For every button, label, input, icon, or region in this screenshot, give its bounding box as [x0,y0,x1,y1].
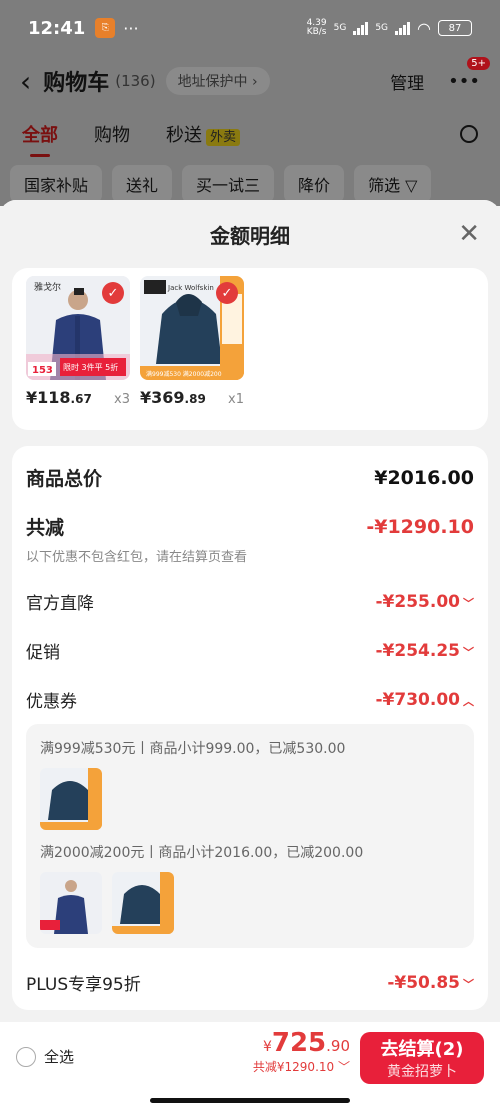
checkout-subtext: 黄金招萝卜 [387,1064,457,1080]
coupon-detail-box: 满999减530元丨商品小计999.00，已减530.00 满2000减200元… [26,724,474,948]
signal-icon [353,21,369,35]
signal-label-1: 5G [333,23,347,33]
battery-icon: 87 [438,20,472,36]
promotion-row[interactable]: 促销 -¥254.25 ﹀ [26,638,474,664]
status-bar: 12:41 ⎘ ··· 4.39 KB/s 5G 5G ◠ 87 [0,0,500,56]
message-badge: 5+ [467,56,490,70]
tab-shopping[interactable]: 购物 [94,121,130,147]
select-all-label: 全选 [44,1048,75,1066]
manage-button[interactable]: 管理 [390,69,424,94]
chevron-up-icon: ︿ [463,694,474,708]
clock: 12:41 [28,17,86,39]
product-item[interactable]: 雅戈尔 限时 3件平 5折 153 ✓ ¥118.67 x3 [26,276,130,407]
select-all[interactable]: 全选 [16,1046,74,1067]
chevron-down-icon: ﹀ [337,1060,350,1074]
sheet-header: 金额明细 ✕ [0,200,500,268]
total-reduce-row: 共减 -¥1290.10 [26,515,474,540]
selected-check-icon[interactable]: ✓ [102,282,124,304]
product-tag: 153 [32,365,53,376]
amount-detail-sheet: 金额明细 ✕ 雅戈尔 限时 3件平 5折 153 ✓ ¥118.67 x3 Ja… [0,200,500,1111]
search-icon[interactable] [460,125,478,143]
total-price-row: 商品总价 ¥2016.00 [26,466,474,491]
product-promo: 满999减530 满2000减200 [146,370,222,378]
coupon-product-thumb [40,872,102,934]
coupon-line-1: 满999减530元丨商品小计999.00，已减530.00 [40,741,346,757]
total-saved[interactable]: 共减¥1290.10 ﹀ [253,1058,350,1075]
coupon-row[interactable]: 优惠券 -¥730.00 ︿ [26,687,474,713]
chevron-down-icon: ﹀ [463,977,474,991]
chip-try[interactable]: 买一试三 [182,165,275,203]
discount-note: 以下优惠不包含红包，请在结算页查看 [26,550,248,565]
checkout-bar: 全选 ¥725.90 共减¥1290.10 ﹀ 去结算(2) 黄金招萝卜 [0,1022,500,1111]
product-price: ¥369.89 [140,388,206,407]
more-icon[interactable]: ••• 5+ [448,56,490,92]
product-image: 雅戈尔 限时 3件平 5折 153 ✓ [26,276,130,380]
price-detail-card: 商品总价 ¥2016.00 共减 -¥1290.10 以下优惠不包含红包，请在结… [12,446,488,1010]
coupon-product-thumb [40,768,102,830]
sheet-title: 金额明细 [210,223,290,248]
coupon-line-2: 满2000减200元丨商品小计2016.00，已减200.00 [40,845,364,861]
chip-gift[interactable]: 送礼 [112,165,173,203]
app-notification-icon: ⎘ [95,18,116,38]
signal-label-2: 5G [375,23,389,33]
plus-discount-row[interactable]: PLUS专享95折 -¥50.85 ﹀ [26,970,474,996]
product-promo: 限时 3件平 5折 [63,362,118,372]
cart-header: ‹ 购物车 (136) 地址保护中 › 管理 ••• 5+ [0,56,500,106]
product-brand: Jack Wolfskin [167,284,214,292]
product-qty: x1 [228,392,244,407]
cart-count: (136) [115,72,156,90]
signal-icon-2 [395,21,411,35]
select-all-checkbox[interactable] [16,1046,36,1067]
chip-filter[interactable]: 筛选 ▽ [354,165,432,203]
back-icon[interactable]: ‹ [20,65,31,98]
network-speed: 4.39 KB/s [306,18,327,37]
waimai-badge: 外卖 [206,129,241,146]
address-protection-chip[interactable]: 地址保护中 › [165,67,270,95]
product-brand: 雅戈尔 [34,281,61,293]
more-notifications-icon: ··· [123,18,139,38]
page-title: 购物车 [43,71,110,96]
checkout-button[interactable]: 去结算(2) 黄金招萝卜 [360,1032,484,1084]
tab-all[interactable]: 全部 [22,121,58,157]
wifi-icon: ◠ [417,18,431,38]
product-list: 雅戈尔 限时 3件平 5折 153 ✓ ¥118.67 x3 Jack Wolf… [12,268,488,430]
selected-check-icon[interactable]: ✓ [216,282,238,304]
coupon-product-thumb [112,872,174,934]
tab-express[interactable]: 秒送 外卖 [166,121,241,147]
chip-national-subsidy[interactable]: 国家补贴 [10,165,103,203]
home-indicator[interactable] [150,1098,350,1103]
chevron-down-icon: ﹀ [463,645,474,659]
official-discount-row[interactable]: 官方直降 -¥255.00 ﹀ [26,589,474,615]
close-icon[interactable]: ✕ [458,221,480,247]
chip-price-drop[interactable]: 降价 [284,165,345,203]
chevron-down-icon: ﹀ [463,596,474,610]
product-item[interactable]: Jack Wolfskin 满999减530 满2000减200 ✓ ¥369.… [140,276,244,407]
product-image: Jack Wolfskin 满999减530 满2000减200 ✓ [140,276,244,380]
product-qty: x3 [114,392,130,407]
total-amount: ¥725.90 共减¥1290.10 ﹀ [252,1028,350,1075]
product-price: ¥118.67 [26,388,92,407]
tab-bar: 全部 购物 秒送 外卖 [0,106,500,162]
